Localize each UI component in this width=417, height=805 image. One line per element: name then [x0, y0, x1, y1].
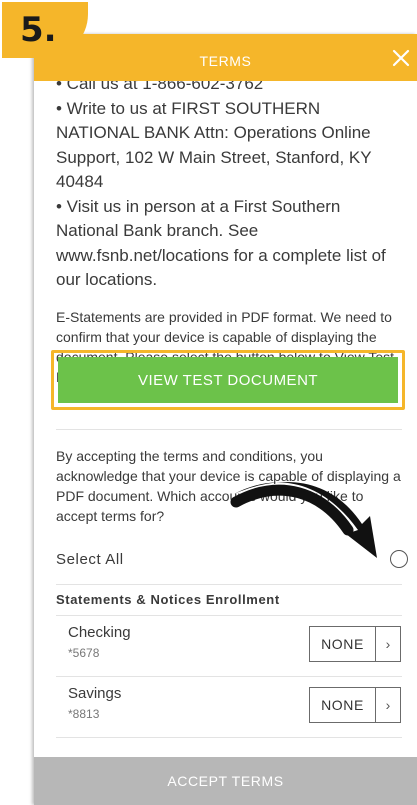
- divider: [56, 429, 402, 430]
- account-enrollment-select[interactable]: NONE ›: [309, 626, 401, 662]
- modal-header: TERMS: [34, 34, 417, 81]
- account-number: *8813: [68, 707, 100, 721]
- account-number: *5678: [68, 646, 100, 660]
- account-row-savings[interactable]: Savings *8813 NONE ›: [56, 679, 408, 737]
- divider: [56, 584, 402, 585]
- account-row-checking[interactable]: Checking *5678 NONE ›: [56, 618, 408, 676]
- enrollment-value: NONE: [310, 627, 376, 661]
- contact-info: • Call us at 1-866-602-3762 • Write to u…: [56, 72, 402, 293]
- view-test-document-button[interactable]: VIEW TEST DOCUMENT: [58, 357, 398, 403]
- modal-title: TERMS: [199, 53, 252, 69]
- select-all-label: Select All: [56, 550, 124, 568]
- account-enrollment-select[interactable]: NONE ›: [309, 687, 401, 723]
- divider: [56, 615, 402, 616]
- chevron-right-icon: ›: [385, 697, 391, 713]
- enrollment-value: NONE: [310, 688, 376, 722]
- accept-terms-button[interactable]: ACCEPT TERMS: [34, 757, 417, 805]
- select-all-radio[interactable]: [390, 550, 408, 568]
- chevron-right-icon: ›: [385, 636, 391, 652]
- account-name: Savings: [68, 685, 122, 702]
- step-number: 5.: [20, 10, 57, 50]
- terms-content: • Call us at 1-866-602-3762 • Write to u…: [56, 72, 402, 387]
- view-button-highlight: VIEW TEST DOCUMENT: [51, 350, 405, 410]
- terms-modal: TERMS • Call us at 1-866-602-3762 • Writ…: [34, 34, 417, 805]
- divider: [56, 737, 402, 738]
- contact-visit: • Visit us in person at a First Southern…: [56, 196, 386, 290]
- close-icon[interactable]: [389, 46, 413, 70]
- account-name: Checking: [68, 624, 131, 641]
- section-label: Statements & Notices Enrollment: [56, 592, 280, 607]
- contact-write: • Write to us at FIRST SOUTHERN NATIONAL…: [56, 98, 372, 192]
- pointer-arrow-icon: [230, 482, 377, 558]
- divider: [56, 676, 402, 677]
